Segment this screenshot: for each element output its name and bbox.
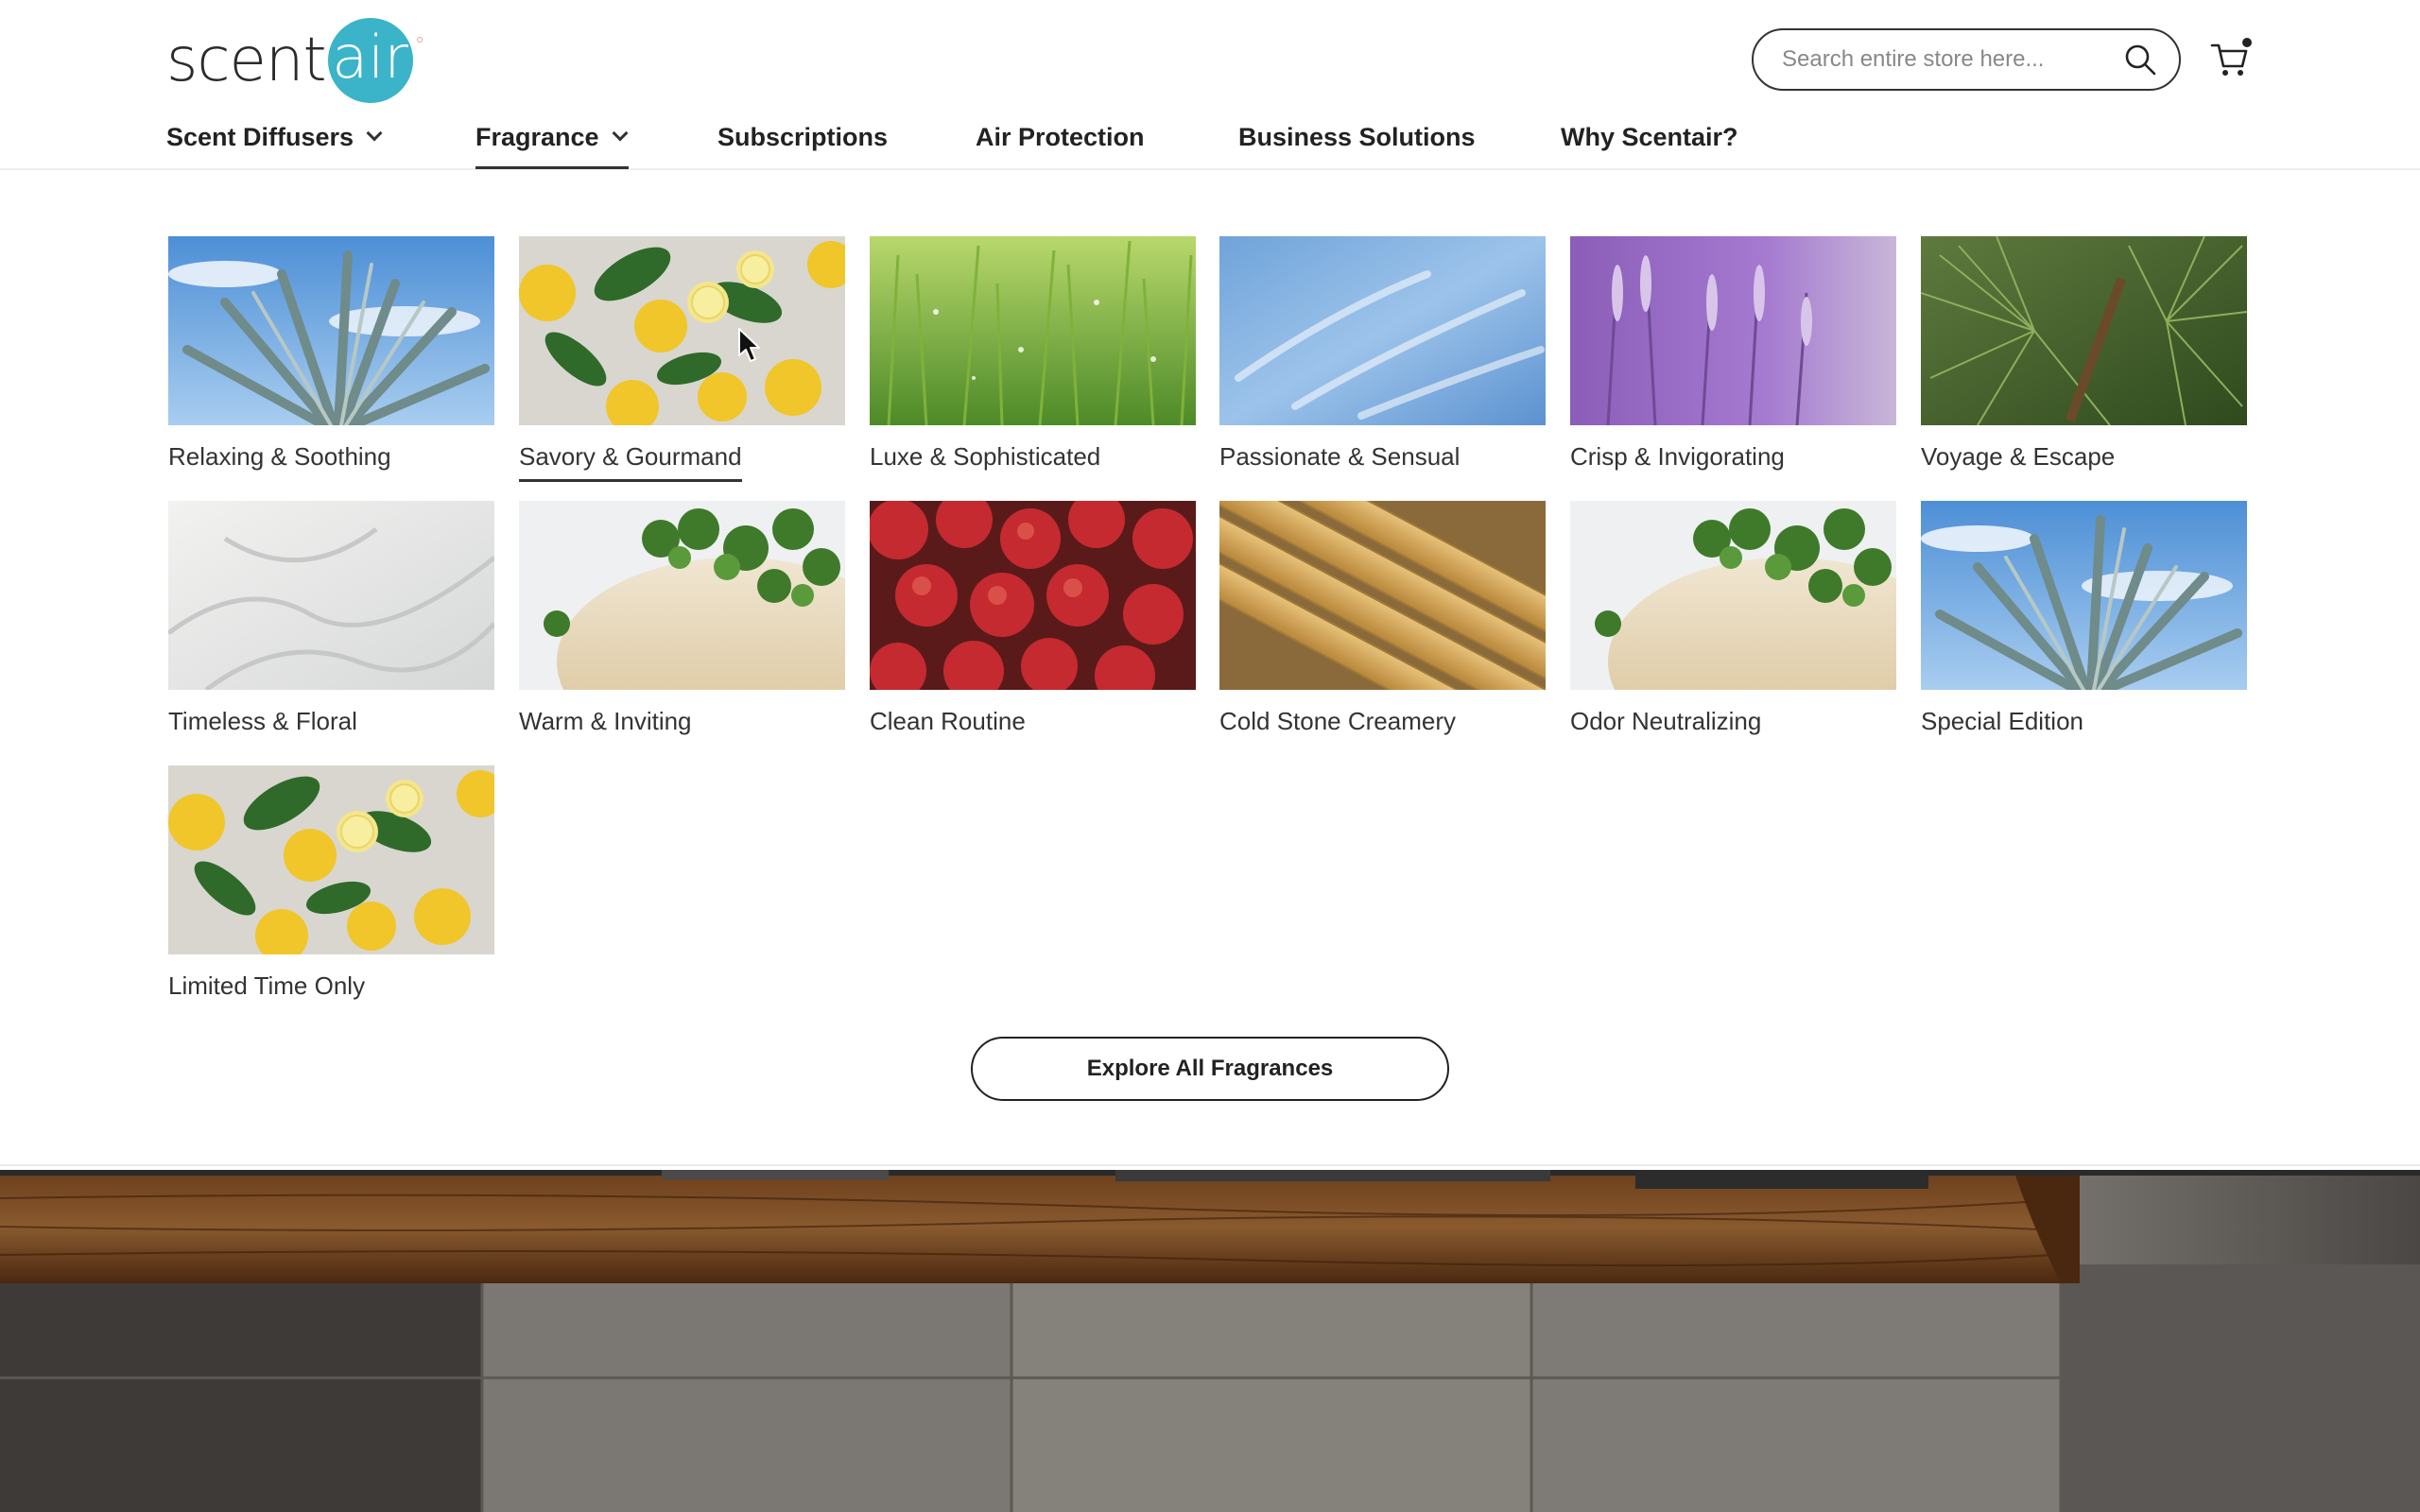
nav-subscriptions[interactable]: Subscriptions [717,117,888,157]
nav-label: Business Solutions [1238,122,1476,151]
logo-text-air: air [332,23,408,92]
category-tile-special-edition[interactable]: Special Edition [1921,501,2247,747]
agave-image [168,236,494,425]
nav-label: Why Scentair? [1561,122,1738,151]
chevron-down-icon [366,125,383,142]
search-input[interactable] [1782,46,2122,73]
thyme-image [1570,501,1896,690]
lemons-image [519,236,845,425]
category-tile-odor-neutralizing[interactable]: Odor Neutralizing [1570,501,1896,747]
nav-business-solutions[interactable]: Business Solutions [1238,117,1476,157]
thyme-image [519,501,845,690]
category-tile-relaxing-soothing[interactable]: Relaxing & Soothing [168,236,494,482]
site-header: scent air Scent Diffusers Fragrance Subs… [0,0,2420,170]
nav-fragrance[interactable]: Fragrance [475,117,629,157]
nav-label: Subscriptions [717,122,889,151]
lemons-image [168,765,494,954]
lavender-image [1570,236,1896,425]
category-tile-timeless-floral[interactable]: Timeless & Floral [168,501,494,747]
category-label: Luxe & Sophisticated [870,442,1101,471]
apples-image [870,501,1196,690]
category-label: Relaxing & Soothing [168,442,391,471]
scentair-logo[interactable]: scent air [166,17,423,104]
mouse-cursor-icon [737,327,762,365]
category-label: Voyage & Escape [1921,442,2116,471]
category-tile-clean-routine[interactable]: Clean Routine [870,501,1196,747]
category-tile-luxe-sophisticated[interactable]: Luxe & Sophisticated [870,236,1196,482]
search-box [1752,28,2181,91]
category-tile-passionate-sensual[interactable]: Passionate & Sensual [1219,236,1546,482]
menu-divider [0,1164,2420,1166]
grass-image [870,236,1196,425]
agave-image [1921,501,2247,690]
category-label: Odor Neutralizing [1570,707,1762,735]
nav-scent-diffusers[interactable]: Scent Diffusers [166,117,383,157]
category-tile-savory-gourmand[interactable]: Savory & Gourmand [519,236,845,482]
category-label: Limited Time Only [168,971,366,1000]
cart-icon[interactable] [2210,38,2252,79]
nav-label: Scent Diffusers [166,122,354,151]
chevron-down-icon [612,125,629,142]
registered-mark-icon [416,37,423,43]
category-label: Warm & Inviting [519,707,692,735]
category-tile-cold-stone-creamery[interactable]: Cold Stone Creamery [1219,501,1546,747]
nav-active-underline [475,166,629,169]
category-label: Crisp & Invigorating [1570,442,1785,471]
category-tile-crisp-invigorating[interactable]: Crisp & Invigorating [1570,236,1896,482]
category-label: Timeless & Floral [168,707,357,735]
nav-air-protection[interactable]: Air Protection [976,117,1145,157]
explore-all-fragrances-button[interactable]: Explore All Fragrances [971,1037,1449,1101]
category-label: Cold Stone Creamery [1219,707,1456,735]
nav-label: Fragrance [475,122,599,151]
category-tile-voyage-escape[interactable]: Voyage & Escape [1921,236,2247,482]
category-label: Special Edition [1921,707,2083,735]
logo-circle: air [327,18,423,103]
category-tile-limited-time-only[interactable]: Limited Time Only [168,765,494,1011]
nav-why-scentair[interactable]: Why Scentair? [1561,117,1738,157]
category-label: Savory & Gourmand [519,442,742,482]
nav-label: Air Protection [976,122,1145,151]
logo-text-scent: scent [166,26,327,95]
sky-image [1219,236,1546,425]
linen-image [168,501,494,690]
category-tile-warm-inviting[interactable]: Warm & Inviting [519,501,845,747]
pine-image [1921,236,2247,425]
bamboo-image [1219,501,1546,690]
search-icon[interactable] [2122,42,2158,77]
category-label: Clean Routine [870,707,1026,735]
category-label: Passionate & Sensual [1219,442,1461,471]
hero-background-image [0,1170,2420,1512]
